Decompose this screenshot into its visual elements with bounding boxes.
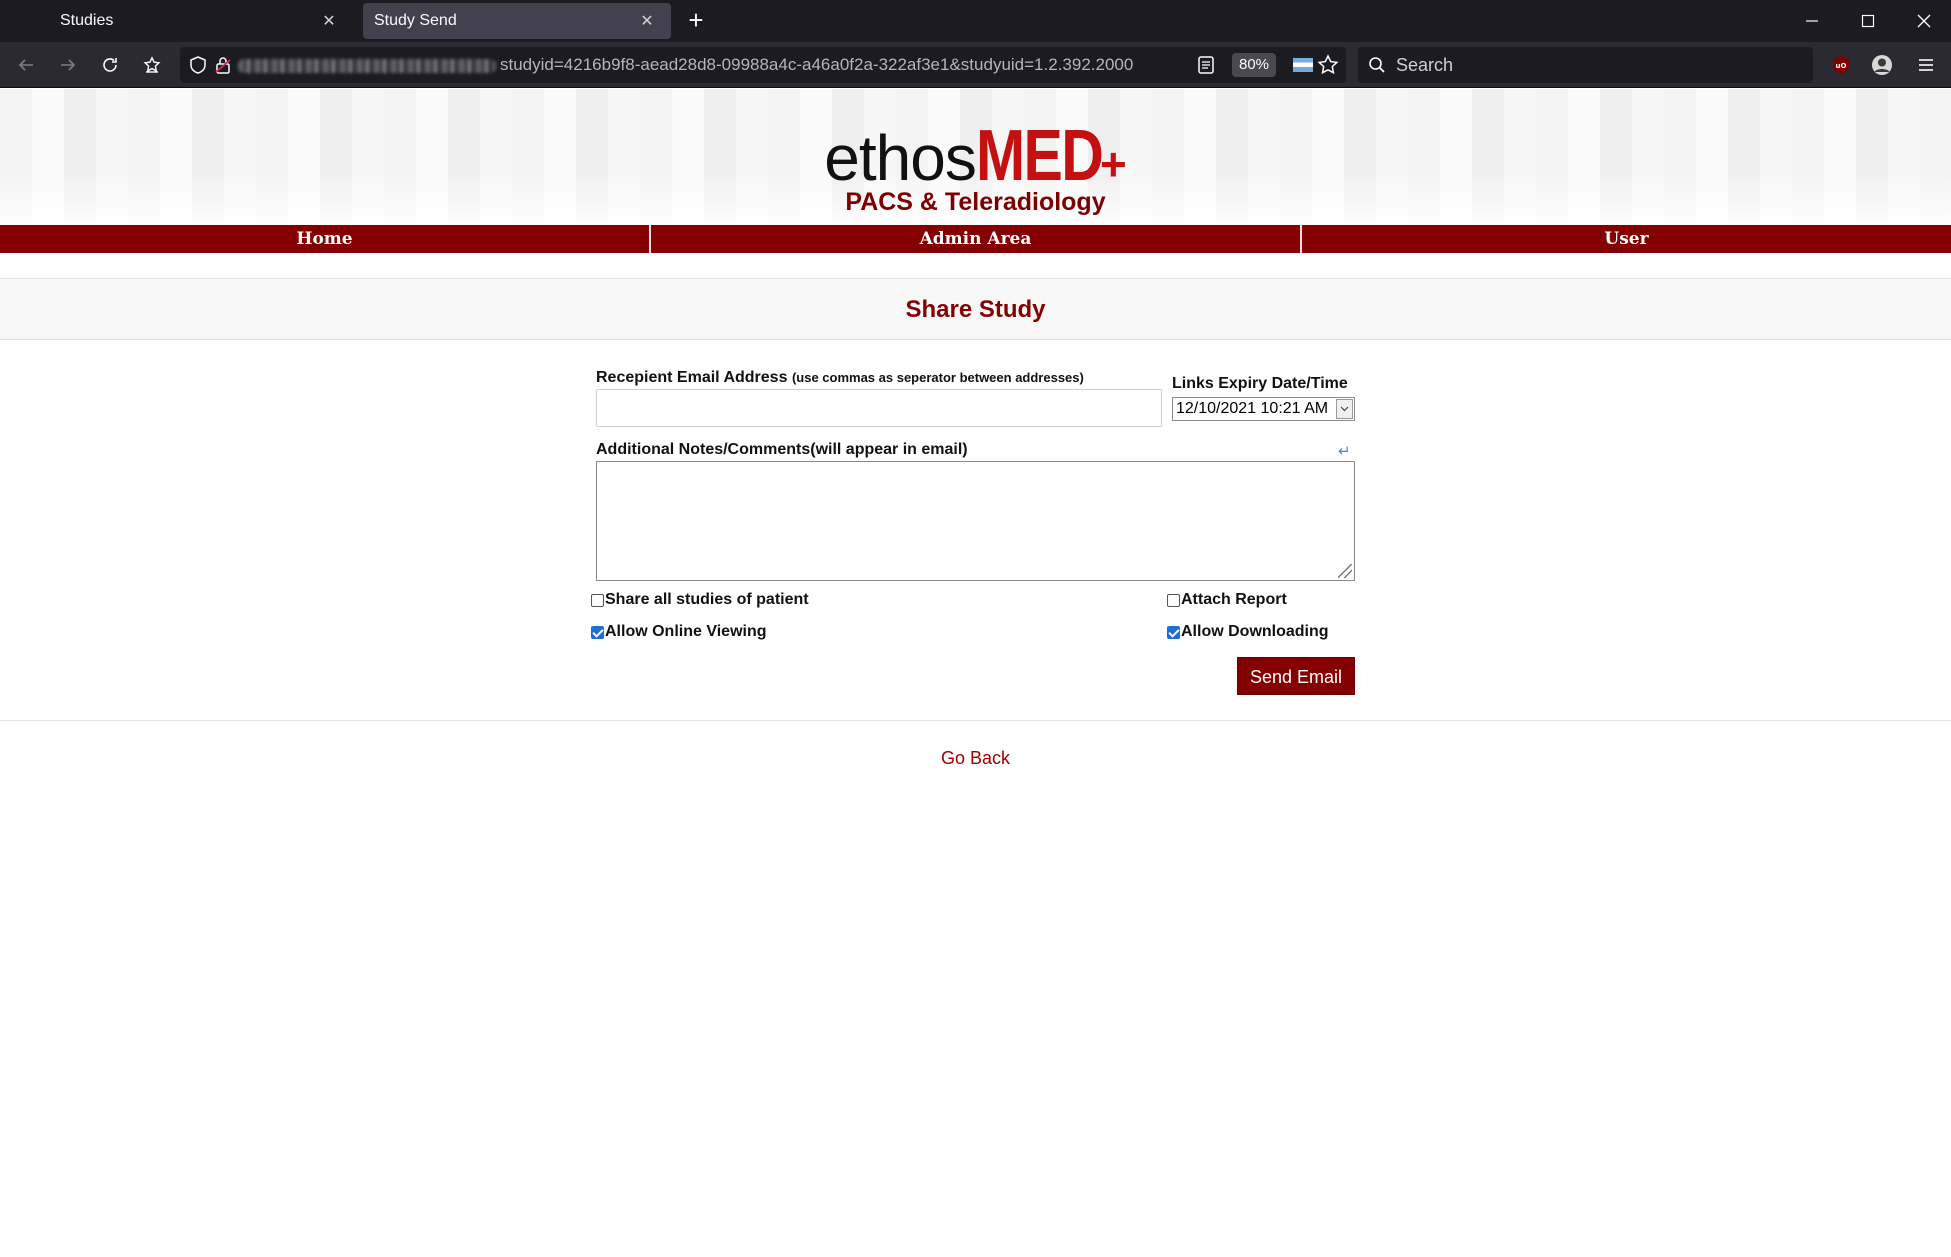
share-all-studies-option[interactable]: Share all studies of patient [591, 591, 809, 609]
go-back-label[interactable]: Go Back [941, 748, 1010, 768]
browser-nav-bar: studyid=4216b9f8-aead28d8-09988a4c-a46a0… [0, 42, 1951, 88]
share-all-studies-label: Share all studies of patient [605, 591, 809, 608]
search-bar[interactable]: Search [1358, 47, 1813, 83]
profile-icon[interactable] [1866, 49, 1898, 81]
notes-textarea[interactable] [596, 461, 1355, 581]
forward-icon[interactable] [52, 49, 84, 81]
svg-text:uO: uO [1836, 62, 1847, 70]
menu-item-admin-area[interactable]: Admin Area [649, 225, 1300, 253]
tab-studies[interactable]: Studies ✕ [48, 3, 353, 39]
go-back-link[interactable]: Go Back [0, 748, 1951, 769]
url-host-blurred [238, 59, 496, 73]
tagline: PACS & Teleradiology [845, 188, 1106, 216]
allow-online-viewing-checkbox[interactable] [591, 625, 604, 639]
chevron-down-icon[interactable] [1336, 399, 1353, 419]
main-menu: Home Admin Area User [0, 225, 1951, 253]
enter-icon: ↵ [1338, 443, 1351, 460]
resize-handle-icon[interactable] [1338, 564, 1352, 578]
divider [0, 720, 1951, 721]
email-label-text: Recepient Email Address [596, 369, 788, 386]
recipient-email-input[interactable] [596, 389, 1162, 427]
attach-report-label: Attach Report [1181, 591, 1287, 608]
new-tab-icon[interactable]: + [683, 7, 709, 34]
reader-view-icon[interactable] [1197, 55, 1215, 80]
menu-item-user[interactable]: User [1300, 225, 1951, 253]
allow-online-viewing-option[interactable]: Allow Online Viewing [591, 623, 767, 641]
share-all-studies-checkbox[interactable] [591, 593, 604, 607]
search-icon [1368, 56, 1386, 79]
menu-item-home[interactable]: Home [0, 225, 649, 253]
menu-icon[interactable] [1910, 49, 1942, 81]
email-hint: (use commas as seperator between address… [791, 370, 1084, 385]
allow-downloading-option[interactable]: Allow Downloading [1167, 623, 1329, 641]
logo-text-med: MED [975, 116, 1104, 196]
url-text[interactable]: studyid=4216b9f8-aead28d8-09988a4c-a46a0… [500, 47, 1190, 83]
logo-text-plus: + [1099, 138, 1127, 190]
zoom-level-badge[interactable]: 80% [1232, 53, 1276, 77]
site-header: ethosMED+ PACS & Teleradiology [0, 89, 1951, 225]
logo[interactable]: ethosMED+ [0, 115, 1951, 197]
send-email-button[interactable]: Send Email [1237, 657, 1355, 695]
allow-downloading-label: Allow Downloading [1181, 623, 1329, 640]
email-label: Recepient Email Address (use commas as s… [596, 369, 1084, 387]
pocket-icon[interactable] [136, 49, 168, 81]
page-title: Share Study [905, 296, 1046, 323]
tab-title: Study Send [374, 12, 457, 29]
expiry-label: Links Expiry Date/Time [1172, 375, 1348, 392]
url-bar[interactable]: studyid=4216b9f8-aead28d8-09988a4c-a46a0… [180, 47, 1346, 83]
allow-downloading-checkbox[interactable] [1167, 625, 1180, 639]
back-icon[interactable] [10, 49, 42, 81]
lock-icon[interactable] [213, 55, 233, 80]
tab-study-send[interactable]: Study Send ✕ [363, 3, 671, 39]
bookmark-star-icon[interactable] [1317, 54, 1339, 81]
expiry-datetime-value: 12/10/2021 10:21 AM [1176, 400, 1329, 417]
attach-report-option[interactable]: Attach Report [1167, 591, 1287, 609]
flag-icon[interactable] [1293, 58, 1313, 72]
window-close-icon[interactable] [1895, 0, 1951, 42]
close-icon[interactable]: ✕ [635, 9, 659, 33]
shield-icon[interactable] [188, 55, 208, 80]
tab-title: Studies [60, 12, 114, 29]
title-band: Share Study [0, 278, 1951, 340]
allow-online-viewing-label: Allow Online Viewing [605, 623, 767, 640]
attach-report-checkbox[interactable] [1167, 593, 1180, 607]
minimize-icon[interactable] [1783, 0, 1841, 42]
logo-text-ethos: ethos [824, 122, 977, 194]
browser-tab-bar: Studies ✕ Study Send ✕ + [0, 0, 1951, 42]
expiry-datetime-picker[interactable]: 12/10/2021 10:21 AM [1172, 397, 1355, 421]
close-icon[interactable]: ✕ [317, 9, 341, 33]
ublock-icon[interactable]: uO [1825, 49, 1857, 81]
maximize-icon[interactable] [1839, 0, 1897, 42]
reload-icon[interactable] [94, 49, 126, 81]
notes-label: Additional Notes/Comments(will appear in… [596, 441, 968, 458]
search-placeholder: Search [1396, 55, 1454, 75]
